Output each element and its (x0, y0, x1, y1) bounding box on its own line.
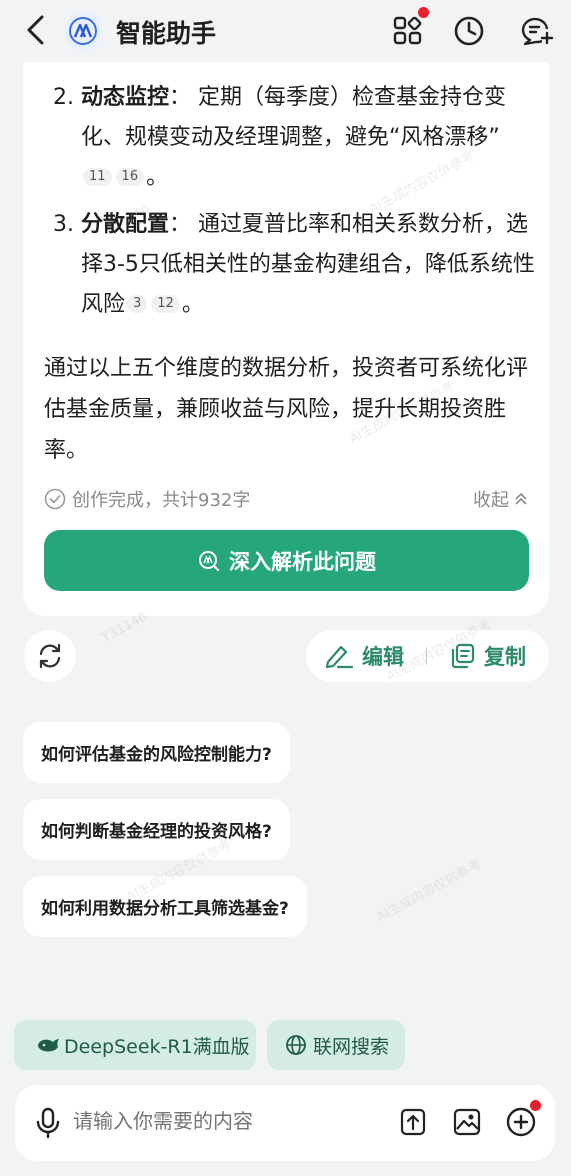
new-chat-icon (521, 17, 554, 46)
divider (426, 647, 427, 665)
page-title: 智能助手 (116, 19, 217, 48)
history-button[interactable] (450, 12, 488, 50)
edit-copy-actions: 编辑 复制 (306, 630, 549, 682)
voice-input-button[interactable] (33, 1107, 63, 1139)
suggested-question[interactable]: 如何评估基金的风险控制能力? (23, 722, 290, 783)
upload-file-button[interactable] (396, 1105, 430, 1139)
whale-icon (38, 1039, 59, 1052)
message-composer (15, 1085, 555, 1161)
assistant-logo-icon (64, 12, 102, 50)
new-chat-button[interactable] (518, 12, 556, 50)
check-circle-icon (44, 488, 66, 510)
edit-button[interactable]: 编辑 (324, 630, 404, 682)
message-input[interactable] (73, 1109, 373, 1133)
upload-image-button[interactable] (450, 1105, 484, 1139)
web-search-chip[interactable]: 联网搜索 (267, 1020, 405, 1070)
summary-text: 通过以上五个维度的数据分析，投资者可系统化评估基金质量，兼顾收益与风险，提升长期… (44, 356, 529, 463)
image-icon (453, 1108, 481, 1136)
refresh-icon (39, 643, 61, 669)
citation-badge[interactable]: 12 (151, 295, 180, 313)
copy-icon (451, 643, 475, 669)
ai-search-icon (199, 550, 219, 571)
notification-dot (530, 1100, 541, 1111)
chevron-left-icon (27, 15, 44, 45)
completion-status: 创作完成，共计932字 (44, 486, 250, 512)
regenerate-button[interactable] (24, 630, 76, 682)
apps-button[interactable] (389, 7, 429, 50)
watermark: AI生成内容仅供参考 (374, 857, 485, 926)
list-number: 3. (53, 212, 74, 237)
more-options-button[interactable] (504, 1100, 541, 1139)
apps-grid-icon (393, 16, 422, 45)
notification-dot (418, 7, 429, 18)
upload-file-icon (400, 1108, 426, 1136)
double-chevron-up-icon (515, 492, 527, 505)
deep-analysis-button[interactable]: 深入解析此问题 (44, 530, 529, 591)
list-item-title: 动态监控 (81, 85, 170, 110)
citation-badge[interactable]: 3 (127, 295, 148, 313)
copy-button[interactable]: 复制 (448, 630, 526, 682)
suggested-question[interactable]: 如何利用数据分析工具筛选基金? (23, 876, 307, 937)
plus-circle-icon (506, 1107, 536, 1137)
history-clock-icon (454, 16, 484, 46)
globe-icon (286, 1035, 306, 1055)
citation-badge[interactable]: 11 (83, 168, 112, 186)
model-chip[interactable]: DeepSeek-R1满血版 (14, 1020, 256, 1070)
edit-pen-icon (325, 645, 354, 669)
collapse-button[interactable]: 收起 (473, 486, 529, 512)
status-text: 创作完成，共计932字 (72, 490, 251, 511)
citation-badge[interactable]: 16 (115, 168, 145, 186)
list-item-title: 分散配置 (81, 212, 170, 237)
back-button[interactable] (22, 14, 52, 46)
microphone-icon (36, 1107, 60, 1139)
list-number: 2. (53, 85, 74, 110)
answer-card: Y3114б AI生成内容仅供参考 AI生成内容仅供参考 2. 动态监控： 定期… (23, 62, 549, 616)
suggested-question[interactable]: 如何判断基金经理的投资风格? (23, 799, 290, 860)
top-app-bar: 智能助手 (0, 0, 571, 62)
